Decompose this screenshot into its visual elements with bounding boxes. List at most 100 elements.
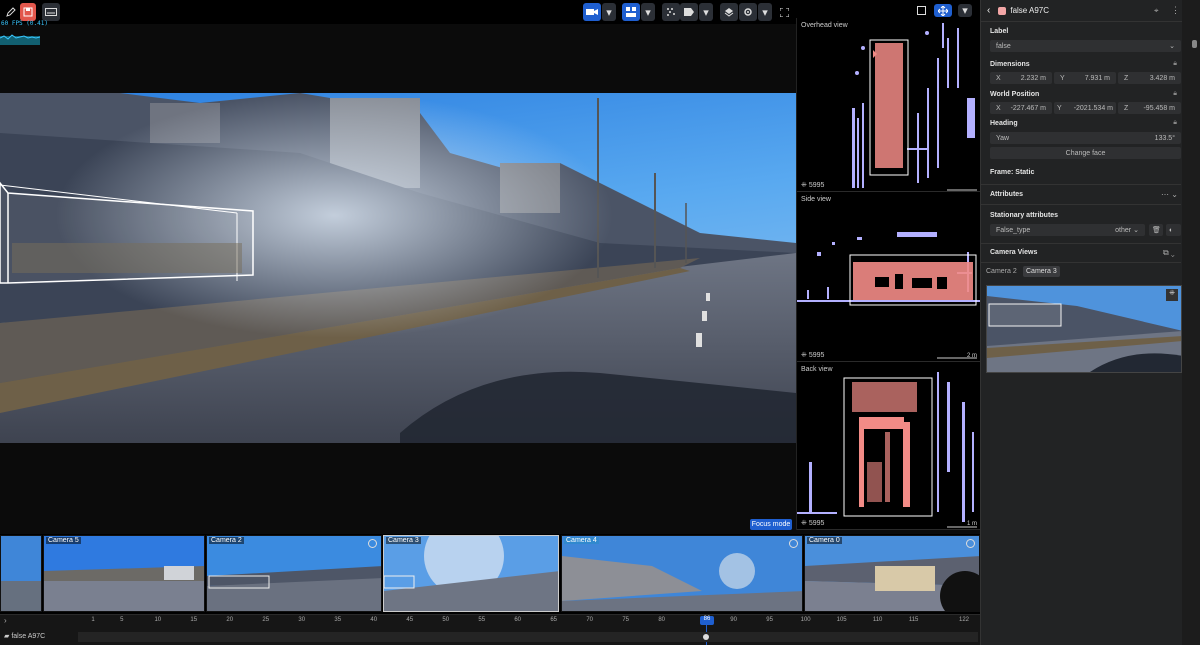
dimension-x-value: 2.232 m [1020,74,1046,82]
chevron-down-icon[interactable]: ▾ [758,3,772,21]
back-scale-label: 1 m [966,521,977,527]
keyframe-marker[interactable] [703,634,709,640]
camera-thumb-0[interactable]: Camera 0 [804,535,980,612]
timeline-tick: 95 [766,617,773,623]
timeline-tick: 50 [442,617,450,623]
lock-icon[interactable]: 🔒︎ [1173,90,1177,98]
panel-title: false A97C [1010,6,1050,15]
save-icon[interactable] [20,3,36,21]
yaw-label: Yaw [996,134,1010,142]
target-icon[interactable] [789,539,798,548]
edit-icon[interactable] [4,3,18,21]
world-x-label: X [996,104,1001,112]
lidar-icon[interactable]: ⁜ [1166,289,1178,301]
lock-icon[interactable]: 🔒︎ [1173,60,1177,68]
timeline[interactable]: › 1 5 10 15 20 25 30 35 40 45 50 55 60 65 70 75 80 90 95 10… [0,614,980,645]
playhead[interactable]: 86 [700,616,714,625]
side-view-title: Side view [801,196,831,203]
back-point-count: ⁜ 5995 [801,520,825,527]
world-y-field[interactable]: Y -2021.534 m [1054,102,1116,114]
palette-icon[interactable]: ◐ [1166,224,1181,236]
divider [981,262,1181,263]
timeline-tick: 20 [226,617,234,623]
back-view[interactable]: Back view ⁜ 5995 1 m [797,362,981,530]
dimension-y-field[interactable]: Y 7.931 m [1054,72,1116,84]
side-count-value: 5995 [808,352,825,359]
divider [981,243,1181,244]
open-external-icon[interactable]: ⧉ ⌄ [1163,248,1175,258]
overhead-view[interactable]: Overhead view ⁜ 5995 [797,18,981,192]
target-icon[interactable] [368,539,377,548]
camera-thumb-label: Camera 2 [209,537,244,544]
divider [981,184,1181,185]
heading-heading: Heading [990,120,1018,127]
dimensions-heading: Dimensions [990,61,1030,68]
chevron-down-icon[interactable]: ▾ [958,4,972,17]
back-arrow-icon[interactable]: ‹ [987,5,990,16]
focus-mode-button[interactable]: Focus mode [750,519,792,530]
layout-icon[interactable] [622,3,640,21]
target-icon[interactable]: ⌖ [1154,6,1159,16]
dimension-y-value: 7.931 m [1084,74,1110,82]
timeline-tick: 105 [836,617,847,623]
camera-preview[interactable]: ⁜ [986,285,1182,373]
back-count-value: 5995 [808,520,825,527]
camera-thumb-2[interactable]: Camera 2 [206,535,382,612]
move-icon[interactable] [934,4,952,17]
view-toolbar: ▾ [796,0,980,18]
chevron-down-icon[interactable]: ▾ [602,3,616,21]
label-heading: Label [990,28,1009,35]
keyboard-icon[interactable] [42,3,60,21]
false-type-select[interactable]: False_type other ⌄ [990,224,1145,236]
dimension-z-field[interactable]: Z 3.428 m [1118,72,1181,84]
camera-icon[interactable] [583,3,601,21]
label-icon[interactable] [680,3,698,21]
yaw-field[interactable]: Yaw 133.5° [990,132,1181,144]
camera-thumb-4[interactable]: Camera 4 [561,535,803,612]
annotation-track[interactable] [78,632,978,642]
side-view[interactable]: Side view ⁜ 5995 2 m [797,192,981,362]
timeline-tick: 5 [120,617,124,623]
label-color-chip [998,6,1007,15]
settings-icon[interactable] [739,3,757,21]
layers-icon[interactable] [720,3,738,21]
dimension-x-field[interactable]: X 2.232 m [990,72,1052,84]
label-select[interactable]: false ⌄ [990,40,1181,52]
lock-icon[interactable]: 🔒︎ [1173,119,1177,127]
panel-scrollbar[interactable] [1182,0,1200,645]
chevron-down-icon[interactable]: ▾ [641,3,655,21]
false-type-label: False_type [996,226,1031,234]
world-z-field[interactable]: Z -95.458 m [1118,102,1181,114]
fullscreen-icon[interactable] [776,3,792,21]
timeline-tick: 122 [958,617,970,623]
lidar-icon[interactable] [662,3,680,21]
delete-icon[interactable]: 🗑︎ [1149,224,1163,236]
scroll-thumb[interactable] [1192,40,1197,48]
chevron-right-icon[interactable]: › [4,616,7,625]
false-type-value: other [1115,226,1132,234]
camera-thumb-3[interactable]: Camera 3 [383,535,559,612]
side-point-count: ⁜ 5995 [801,352,825,359]
more-icon[interactable]: ⋯ ⌄ [1161,190,1178,199]
square-icon[interactable] [914,4,928,16]
camera-views-heading: Camera Views [990,249,1038,256]
overhead-count-value: 5995 [808,182,825,189]
main-camera-view[interactable] [0,93,796,443]
timeline-tick: 15 [190,617,198,623]
chevron-down-icon: ⌄ [1133,227,1139,234]
change-face-button[interactable]: Change face [990,147,1181,159]
more-icon[interactable]: ⋮ [1171,5,1180,16]
camera-thumb-5[interactable]: Camera 5 [43,535,205,612]
chevron-down-icon[interactable]: ▾ [699,3,713,21]
timeline-tick: 25 [262,617,270,623]
panel-header: ‹ false A97C ⌖ ⋮ [981,0,1200,22]
camera-thumb-partial[interactable] [0,535,42,612]
fps-graph [0,34,40,45]
camera-strip: Camera 5 Camera 2 Camera 3 Camera 4 Came… [0,534,980,614]
world-x-field[interactable]: X -227.467 m [990,102,1052,114]
overhead-view-title: Overhead view [801,22,848,29]
camera-tab-2[interactable]: Camera 2 [986,268,1017,275]
camera-tab-3[interactable]: Camera 3 [1023,266,1060,277]
dimension-x-label: X [996,74,1001,82]
target-icon[interactable] [966,539,975,548]
